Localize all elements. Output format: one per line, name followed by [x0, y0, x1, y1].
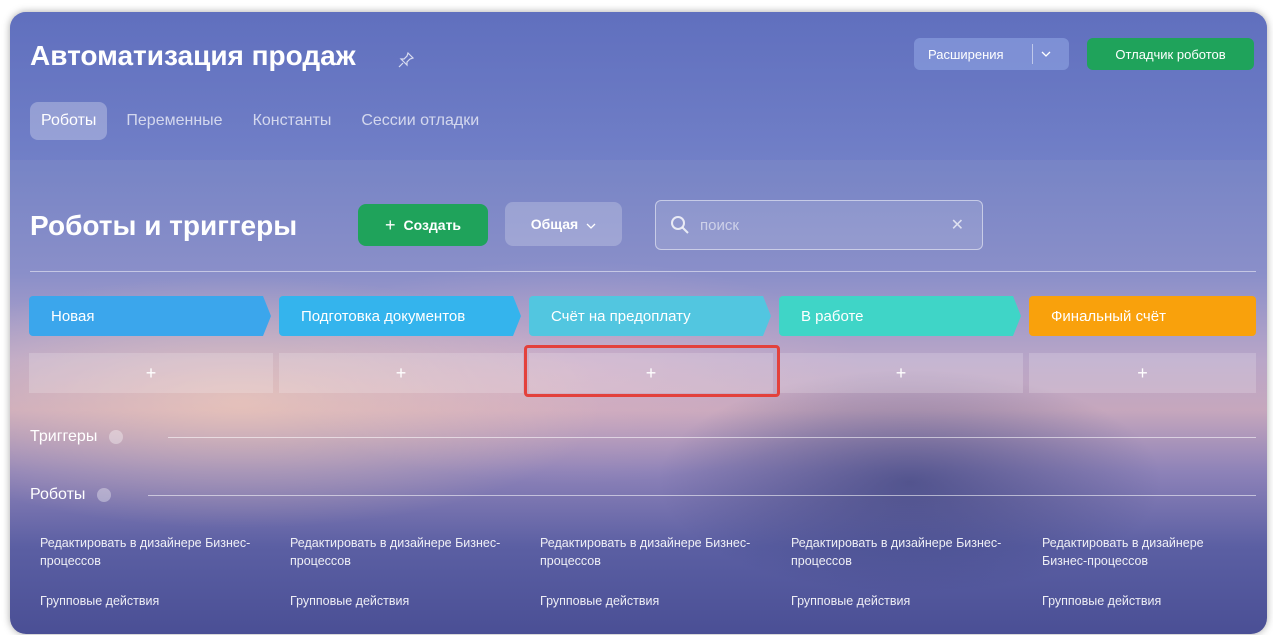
- edit-in-designer-link[interactable]: Редактировать в дизайнере Бизнес-процесс…: [290, 534, 530, 570]
- add-robot-button[interactable]: +: [279, 353, 523, 393]
- stage-prepayment-invoice: Счёт на предоплату: [529, 296, 771, 336]
- add-robot-button[interactable]: +: [779, 353, 1023, 393]
- robot-debugger-button[interactable]: Отладчик роботов: [1087, 38, 1254, 70]
- add-robot-button[interactable]: +: [1029, 353, 1256, 393]
- add-robot-button[interactable]: +: [29, 353, 273, 393]
- stage-documents: Подготовка документов: [279, 296, 521, 336]
- help-icon[interactable]: [109, 430, 124, 444]
- robots-label: Роботы: [30, 486, 86, 503]
- group-actions-link[interactable]: Групповые действия: [791, 592, 1031, 610]
- group-actions-link[interactable]: Групповые действия: [40, 592, 280, 610]
- chevron-down-icon[interactable]: [1033, 51, 1059, 57]
- pin-icon[interactable]: [398, 51, 415, 68]
- help-icon[interactable]: [97, 488, 112, 502]
- stage-label: В работе: [801, 307, 864, 325]
- stage-label: Новая: [51, 307, 95, 325]
- extensions-label: Расширения: [928, 46, 1004, 62]
- create-button[interactable]: + Создать: [358, 204, 488, 246]
- triggers-divider: [168, 437, 1256, 438]
- tab-bar: Роботы Переменные Константы Сессии отлад…: [30, 100, 498, 142]
- column-links: Редактировать в дизайнере Бизнес-процесс…: [40, 534, 280, 610]
- edit-in-designer-link[interactable]: Редактировать в дизайнере Бизнес-процесс…: [1042, 534, 1242, 570]
- column-links: Редактировать в дизайнере Бизнес-процесс…: [290, 534, 530, 610]
- category-label: Общая: [530, 216, 579, 232]
- search-input[interactable]: [690, 215, 951, 235]
- chevron-down-icon: [586, 216, 596, 232]
- edit-in-designer-link[interactable]: Редактировать в дизайнере Бизнес-процесс…: [540, 534, 780, 570]
- stage-new: Новая: [29, 296, 271, 336]
- tab-constants[interactable]: Константы: [242, 102, 343, 140]
- stage-label: Подготовка документов: [301, 307, 466, 325]
- tab-variables[interactable]: Переменные: [115, 102, 233, 140]
- stage-final-invoice: Финальный счёт: [1029, 296, 1256, 336]
- tab-debug-sessions[interactable]: Сессии отладки: [350, 102, 490, 140]
- extensions-button[interactable]: Расширения: [914, 38, 1069, 70]
- search-icon: [670, 215, 690, 235]
- robots-divider: [148, 495, 1256, 496]
- stage-label: Счёт на предоплату: [551, 307, 691, 325]
- edit-in-designer-link[interactable]: Редактировать в дизайнере Бизнес-процесс…: [40, 534, 280, 570]
- app-window: Автоматизация продаж Расширения Отладчик…: [10, 12, 1267, 634]
- app-title: Автоматизация продаж: [30, 40, 356, 71]
- divider: [30, 271, 1256, 272]
- stage-label: Финальный счёт: [1051, 307, 1166, 325]
- column-links: Редактировать в дизайнере Бизнес-процесс…: [1042, 534, 1242, 610]
- category-select[interactable]: Общая: [505, 202, 622, 246]
- triggers-section-label: Триггеры: [30, 428, 124, 446]
- tab-robots[interactable]: Роботы: [30, 102, 108, 140]
- plus-icon: +: [384, 214, 396, 235]
- create-label: Создать: [403, 217, 462, 233]
- edit-in-designer-link[interactable]: Редактировать в дизайнере Бизнес-процесс…: [791, 534, 1031, 570]
- group-actions-link[interactable]: Групповые действия: [540, 592, 780, 610]
- page-title: Роботы и триггеры: [30, 210, 298, 241]
- triggers-label: Триггеры: [30, 428, 98, 445]
- group-actions-link[interactable]: Групповые действия: [1042, 592, 1242, 610]
- close-icon[interactable]: ✕: [951, 215, 964, 235]
- column-links: Редактировать в дизайнере Бизнес-процесс…: [540, 534, 780, 610]
- group-actions-link[interactable]: Групповые действия: [290, 592, 530, 610]
- stage-in-progress: В работе: [779, 296, 1021, 336]
- search-box: ✕: [655, 200, 983, 250]
- robots-section-label: Роботы: [30, 486, 112, 504]
- highlight-box: [524, 345, 780, 397]
- stage-header-row: Новая Подготовка документов Счёт на пред…: [29, 296, 1256, 336]
- column-links: Редактировать в дизайнере Бизнес-процесс…: [791, 534, 1031, 610]
